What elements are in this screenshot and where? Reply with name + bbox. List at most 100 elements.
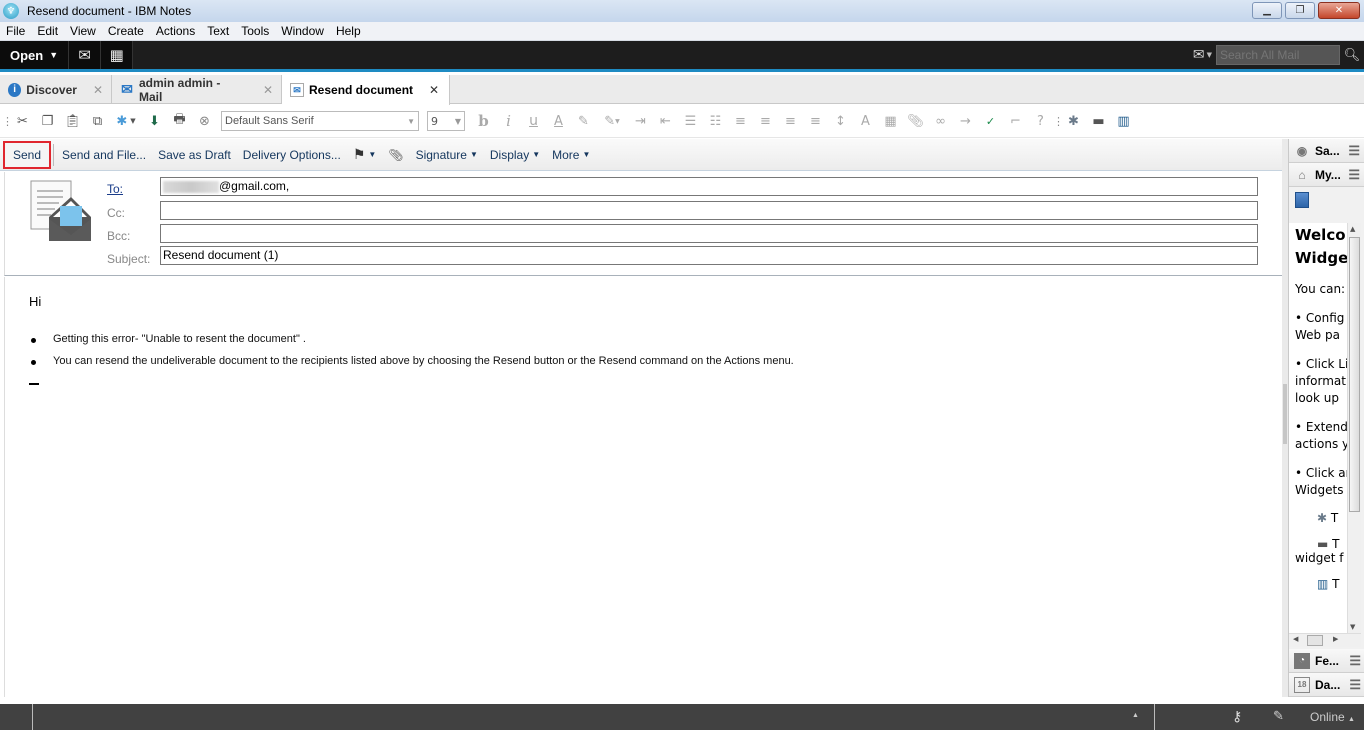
to-field[interactable]: @gmail.com, <box>160 177 1258 196</box>
menu-window[interactable]: Window <box>275 24 330 38</box>
underline-icon: u <box>529 113 538 129</box>
to-label-link[interactable]: To: <box>107 182 123 196</box>
new-button[interactable]: ✱ ▼ <box>110 111 142 131</box>
status-expand-icon[interactable]: ▲ <box>1132 712 1139 719</box>
bold-button[interactable]: b <box>471 111 496 131</box>
close-window-button[interactable]: ✕ <box>1318 2 1360 19</box>
close-tab-icon[interactable]: ✕ <box>93 83 103 97</box>
align-justify-button[interactable]: ≡ <box>753 111 778 131</box>
online-status[interactable]: Online ▲ <box>1310 710 1355 724</box>
italic-button[interactable]: i <box>496 111 521 131</box>
align-center-button[interactable]: ≡ <box>728 111 753 131</box>
ruler-button[interactable]: ⌐ <box>1003 111 1028 131</box>
more-button[interactable]: More ▼ <box>546 148 596 162</box>
spell-check-button[interactable]: ✓ <box>978 111 1003 131</box>
sidebar-toggle-button[interactable]: ▥ <box>1111 111 1136 131</box>
scrollbar-thumb[interactable] <box>1307 635 1323 646</box>
signature-button[interactable]: Signature ▼ <box>410 148 484 162</box>
menu-help[interactable]: Help <box>330 24 367 38</box>
menu-file[interactable]: File <box>0 24 31 38</box>
table-button[interactable]: ▦ <box>878 111 903 131</box>
indent-button[interactable]: ⇥ <box>628 111 653 131</box>
message-body-editor[interactable]: Hi Getting this error- "Unable to resent… <box>4 277 1282 697</box>
scroll-up-icon[interactable]: ▲ <box>1350 225 1355 233</box>
help-button[interactable]: ? <box>1028 111 1053 131</box>
menu-tools[interactable]: Tools <box>235 24 275 38</box>
text-properties-button[interactable]: A <box>853 111 878 131</box>
save-button[interactable]: ⬇ <box>142 111 167 131</box>
tab-discover[interactable]: i Discover ✕ <box>0 75 112 104</box>
forward-button[interactable]: → <box>953 111 978 131</box>
sidebar-panel-feeds[interactable]: ◔ Fe... ☰ <box>1289 649 1364 673</box>
toolbox-button[interactable]: ▬ <box>1086 111 1111 131</box>
horizontal-scrollbar[interactable]: ◀ ▶ <box>1289 633 1361 647</box>
attach-file-button[interactable]: 📎︎ <box>382 148 409 162</box>
widgets-toolbar <box>1289 187 1364 213</box>
print-button[interactable]: 🖶︎ <box>167 111 192 131</box>
calendar-shortcut-button[interactable]: ▦ <box>101 41 134 69</box>
menu-text[interactable]: Text <box>201 24 235 38</box>
key-icon[interactable]: ⚷ <box>1232 708 1242 725</box>
menu-actions[interactable]: Actions <box>150 24 201 38</box>
hamburger-menu-icon[interactable]: ☰ <box>1348 143 1360 159</box>
menu-edit[interactable]: Edit <box>31 24 64 38</box>
sidebar-panel-day-at-a-glance[interactable]: 18 Da... ☰ <box>1289 673 1364 697</box>
stop-button[interactable]: ⊗ <box>192 111 217 131</box>
text-color-button[interactable]: A <box>546 111 571 131</box>
search-icon[interactable]: 🔍︎ <box>1340 48 1364 63</box>
highlight-color-button[interactable]: ✎ ▼ <box>596 111 628 131</box>
mail-shortcut-button[interactable]: ✉ <box>69 41 102 69</box>
display-button[interactable]: Display ▼ <box>484 148 546 162</box>
splitter-grip[interactable] <box>1283 384 1287 444</box>
sidebar-panel-sametime[interactable]: ◉ Sa... ☰ <box>1289 139 1364 163</box>
tab-resend-document[interactable]: ✉ Resend document ✕ <box>282 75 450 105</box>
location-lock-icon[interactable]: ✎ <box>1273 708 1284 724</box>
menu-view[interactable]: View <box>64 24 102 38</box>
align-left-button[interactable]: ≡ <box>778 111 803 131</box>
scroll-right-icon[interactable]: ▶ <box>1333 635 1338 643</box>
bcc-field[interactable] <box>160 224 1258 243</box>
paste-button[interactable]: 📋︎ <box>60 111 85 131</box>
font-name-select[interactable]: Default Sans Serif ▼ <box>221 111 419 131</box>
link-button[interactable]: ∞ <box>928 111 953 131</box>
scroll-left-icon[interactable]: ◀ <box>1293 635 1298 643</box>
restore-button[interactable]: ❐ <box>1285 2 1315 19</box>
font-size-select[interactable]: 9 ▼ <box>427 111 465 131</box>
cut-button[interactable]: ✂ <box>10 111 35 131</box>
copy-button[interactable]: ❐ <box>35 111 60 131</box>
cc-field[interactable] <box>160 201 1258 220</box>
scrollbar-thumb[interactable] <box>1349 237 1360 512</box>
vertical-scrollbar[interactable]: ▲ ▼ <box>1347 223 1361 633</box>
send-button[interactable]: Send <box>3 140 52 169</box>
scroll-down-icon[interactable]: ▼ <box>1350 623 1355 631</box>
align-right-button[interactable]: ≡ <box>803 111 828 131</box>
subject-field[interactable]: Resend document (1) <box>160 246 1258 265</box>
bullet-list-button[interactable]: ☰ <box>678 111 703 131</box>
tab-admin-mail[interactable]: ✉ admin admin - Mail ✕ <box>112 75 282 104</box>
widgets-button[interactable]: ✱ <box>1061 111 1086 131</box>
book-icon[interactable] <box>1295 192 1309 208</box>
open-button[interactable]: Open ▼ <box>0 41 70 69</box>
underline-button[interactable]: u <box>521 111 546 131</box>
follow-up-flag-button[interactable]: ⚑ ▼ <box>347 146 382 163</box>
search-scope-mail-icon[interactable]: ✉ <box>1193 47 1205 63</box>
search-scope-dropdown-icon[interactable]: ▼ <box>1207 51 1212 59</box>
outdent-button[interactable]: ⇤ <box>653 111 678 131</box>
hamburger-menu-icon[interactable]: ☰ <box>1349 677 1361 693</box>
delivery-options-button[interactable]: Delivery Options... <box>237 148 347 162</box>
close-tab-icon[interactable]: ✕ <box>429 83 439 97</box>
menu-create[interactable]: Create <box>102 24 150 38</box>
close-tab-icon[interactable]: ✕ <box>263 83 273 97</box>
sidebar-panel-widgets[interactable]: ⌂ My... ☰ <box>1289 163 1364 187</box>
numbered-list-button[interactable]: ☷ <box>703 111 728 131</box>
attach-button[interactable]: 📎︎ <box>903 111 928 131</box>
search-all-mail-input[interactable] <box>1216 45 1340 65</box>
minimize-button[interactable]: ▁ <box>1252 2 1282 19</box>
hamburger-menu-icon[interactable]: ☰ <box>1348 167 1360 183</box>
hamburger-menu-icon[interactable]: ☰ <box>1349 653 1361 669</box>
line-spacing-button[interactable]: ↕ <box>828 111 853 131</box>
copy-link-button[interactable]: ⧉ <box>85 111 110 131</box>
highlight-button[interactable]: ✎ <box>571 111 596 131</box>
send-and-file-button[interactable]: Send and File... <box>56 148 152 162</box>
save-as-draft-button[interactable]: Save as Draft <box>152 148 237 162</box>
